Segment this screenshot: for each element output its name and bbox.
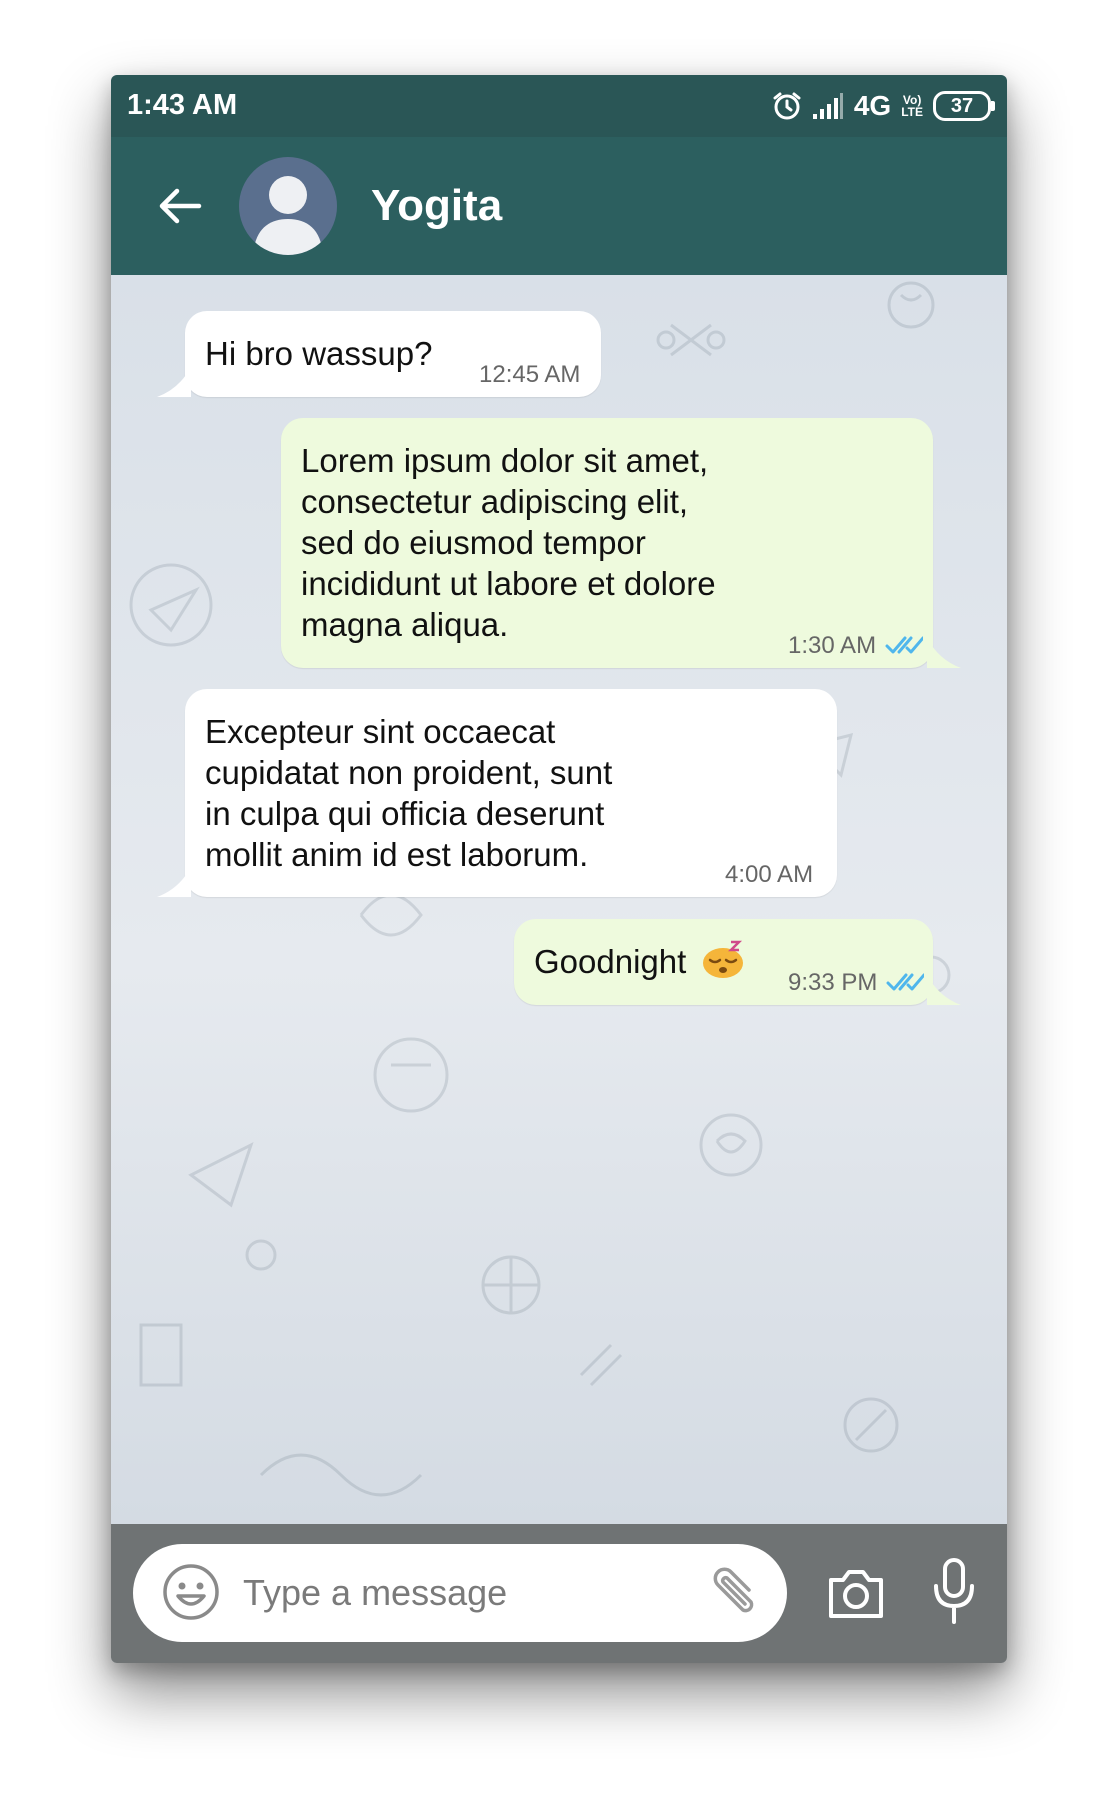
message-time: 4:00 AM [725,861,814,888]
bubble-tail [927,975,961,1005]
phone-frame: 1:43 AM 4G Vo) LTE 37 Yogita Hi bro wass… [111,75,1007,1663]
sleeping-face-emoji-icon [703,940,743,978]
bubble-tail [157,367,191,397]
read-ticks-icon [885,636,923,654]
message-bubble-outgoing[interactable]: Goodnight 9:33 PM [514,919,961,1005]
message-text: Goodnight [534,943,687,980]
read-ticks-icon [886,973,924,991]
message-input-container [133,1544,787,1642]
camera-icon[interactable] [825,1564,887,1622]
message-time: 12:45 AM [479,361,581,388]
avatar[interactable] [239,157,337,255]
smiley-icon[interactable] [161,1562,221,1622]
status-time: 1:43 AM [127,89,238,121]
alarm-icon [773,92,801,120]
message-text: Lorem ipsum dolor sit amet, consectetur … [301,442,716,643]
network-type: 4G [853,90,892,121]
message-bubble-incoming[interactable]: Hi bro wassup? 12:45 AM [157,311,601,397]
battery-icon: 37 [933,91,995,121]
message-bubble-incoming[interactable]: Excepteur sint occaecat cupidatat non pr… [157,689,837,897]
bubble-tail [157,867,191,897]
status-bar: 1:43 AM 4G Vo) LTE 37 [111,75,1007,137]
contact-name[interactable]: Yogita [371,181,502,231]
message-list[interactable]: Hi bro wassup? 12:45 AM Lorem ipsum dolo… [111,275,1007,1524]
volte-bottom: LTE [901,105,923,119]
battery-level: 37 [950,94,974,117]
signal-icon [812,93,843,119]
message-text: Hi bro wassup? [205,335,433,372]
message-input[interactable] [241,1564,685,1622]
microphone-icon[interactable] [931,1558,977,1624]
message-time: 9:33 PM [788,969,878,996]
message-bubble-outgoing[interactable]: Lorem ipsum dolor sit amet, consectetur … [281,418,961,668]
default-avatar-icon [253,176,323,255]
paperclip-icon[interactable] [705,1560,769,1624]
composer-bar [111,1524,1007,1663]
bubble-tail [927,638,961,668]
chat-header: Yogita [111,137,1007,275]
volte-indicator: Vo) LTE [901,94,923,118]
message-text: Excepteur sint occaecat cupidatat non pr… [205,713,613,873]
back-arrow-icon[interactable] [157,183,203,229]
message-time: 1:30 AM [788,632,877,659]
status-icons: 4G Vo) LTE 37 [772,87,995,125]
